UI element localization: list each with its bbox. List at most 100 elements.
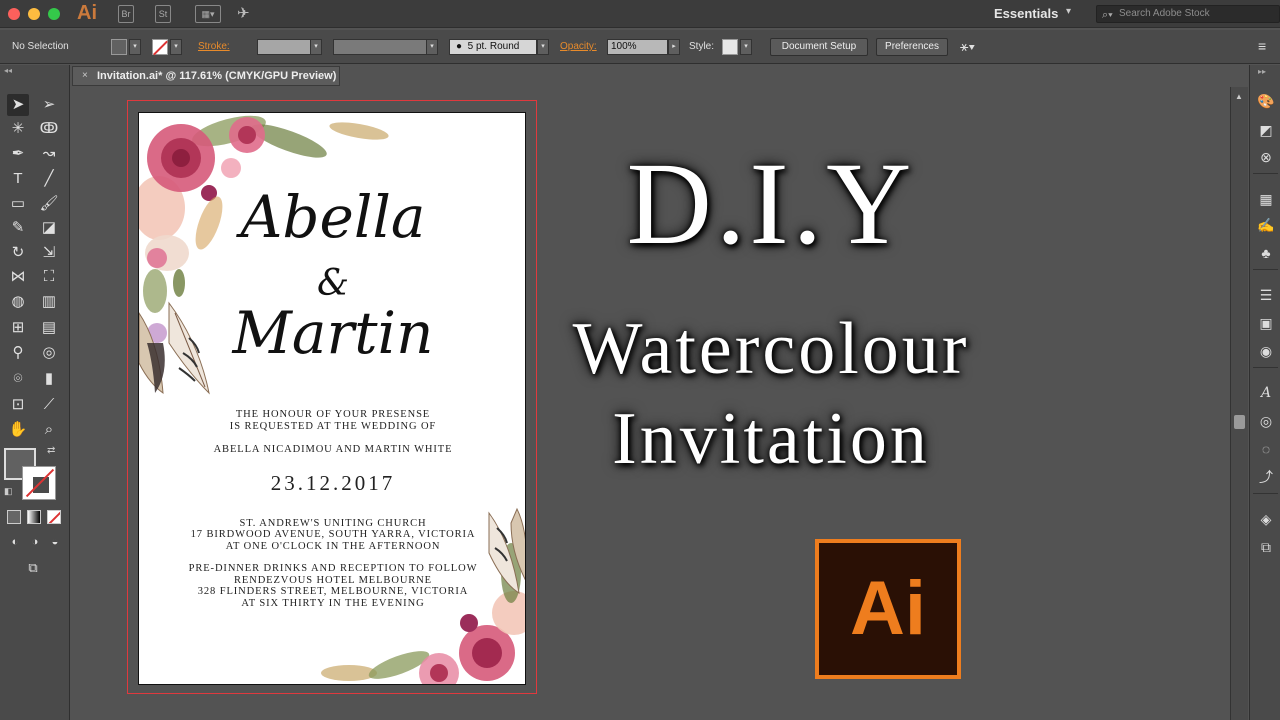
draw-inside-icon[interactable]: ◒ [44,531,66,553]
rectangle-tool-icon[interactable]: ▭ [7,193,29,215]
zoom-tool-icon[interactable]: ⌕ [38,419,60,441]
variable-width-dropdown[interactable]: ▾ [426,39,438,55]
column-graph-tool-icon[interactable]: ▮ [38,368,60,390]
close-window-button[interactable] [8,8,20,20]
headline-invitation: Invitation [612,398,930,480]
selection-tool-icon[interactable]: ➤ [7,94,29,116]
appearance-panel-icon[interactable]: ◎ [1256,411,1276,431]
width-tool-icon[interactable]: ⋈ [7,266,29,288]
bridge-button[interactable]: Br [118,5,134,23]
document-setup-button[interactable]: Document Setup [770,38,868,56]
reception-line-1: PRE-DINNER DRINKS AND RECEPTION TO FOLLO… [188,563,478,574]
brush-definition-field[interactable]: ● 5 pt. Round [449,39,537,55]
character-panel-icon[interactable]: A [1256,383,1276,403]
blend-tool-icon[interactable]: ◎ [38,342,60,364]
fill-swatch[interactable] [111,39,127,55]
workspace-switcher[interactable]: Essentials [994,6,1058,21]
gradient-tool-icon[interactable]: ▤ [38,317,60,339]
variable-width-profile[interactable] [333,39,427,55]
paintbrush-tool-icon[interactable]: 🖌 [38,193,60,215]
recolor-icon[interactable]: ⊗ [1256,147,1276,167]
color-mode-icon[interactable] [7,510,21,524]
venue-line-3: AT ONE O'CLOCK IN THE AFTERNOON [225,541,441,552]
color-panel-icon[interactable]: 🎨 [1256,91,1276,111]
mesh-tool-icon[interactable]: ⊞ [7,317,29,339]
graphic-style-dropdown[interactable]: ▾ [740,39,752,55]
artboards-panel-icon[interactable]: ⧉ [1256,537,1276,557]
expand-panels-icon[interactable]: ▸▸ [1258,67,1266,76]
brush-dropdown[interactable]: ▾ [537,39,549,55]
draw-normal-icon[interactable]: ◐ [4,531,26,553]
line-segment-tool-icon[interactable]: ╱ [38,168,60,190]
free-transform-tool-icon[interactable]: ⛶ [38,266,60,288]
zoom-window-button[interactable] [48,8,60,20]
chevron-down-icon[interactable]: ▾ [1066,6,1071,17]
app-bar: Ai Br St ▦▾ ✈ Essentials ▾ ⌕▾ Search Ado… [0,0,1280,28]
gpu-performance-icon[interactable]: ✈ [237,4,250,22]
magic-wand-tool-icon[interactable]: ✳ [7,118,29,140]
swatches-panel-icon[interactable]: ▦ [1256,189,1276,209]
perspective-grid-tool-icon[interactable]: ▥ [38,291,60,313]
canvas[interactable]: Abella & Martin THE HONOUR OF YOUR PRESE… [71,87,1230,720]
hand-tool-icon[interactable]: ✋ [7,419,29,441]
rotate-tool-icon[interactable]: ↻ [7,242,29,264]
stroke-weight-field[interactable] [257,39,311,55]
asset-export-icon[interactable]: ⤴ [1256,467,1276,487]
collapse-panel-icon[interactable]: ◂◂ [4,66,12,75]
opacity-arrow[interactable]: ▸ [668,39,680,55]
symbol-sprayer-tool-icon[interactable]: ⌾ [7,368,29,390]
stroke-label[interactable]: Stroke: [198,41,230,52]
stroke-panel-icon[interactable]: ☰ [1256,285,1276,305]
gradient-panel-icon[interactable]: ▣ [1256,313,1276,333]
dock-divider [1253,173,1278,174]
lasso-tool-icon[interactable]: ↂ [38,118,60,140]
none-mode-icon[interactable] [47,510,61,524]
stroke-swatch[interactable] [152,39,168,55]
draw-behind-icon[interactable]: ◑ [24,531,46,553]
graphic-styles-icon[interactable]: ◌ [1256,439,1276,459]
preferences-button[interactable]: Preferences [876,38,948,56]
stroke-dropdown[interactable]: ▾ [170,39,182,55]
fill-dropdown[interactable]: ▾ [129,39,141,55]
layers-panel-icon[interactable]: ◈ [1256,509,1276,529]
graphic-style-swatch[interactable] [722,39,738,55]
symbols-panel-icon[interactable]: ♣ [1256,243,1276,263]
color-guide-icon[interactable]: ◩ [1256,120,1276,140]
headline-diy: D.I.Y [626,138,916,269]
shape-builder-tool-icon[interactable]: ◍ [7,291,29,313]
brushes-panel-icon[interactable]: ✍ [1256,215,1276,235]
close-icon[interactable]: × [82,67,88,85]
stock-button[interactable]: St [155,5,171,23]
panel-menu-icon[interactable]: ≡ [1258,38,1266,54]
tab-document[interactable]: × Invitation.ai* @ 117.61% (CMYK/GPU Pre… [72,66,340,86]
artboard-tool-icon[interactable]: ⊡ [7,394,29,416]
curvature-tool-icon[interactable]: ↝ [38,143,60,165]
stock-search-input[interactable]: ⌕▾ Search Adobe Stock [1096,5,1280,23]
transparency-panel-icon[interactable]: ◉ [1256,341,1276,361]
direct-selection-tool-icon[interactable]: ➢ [38,94,60,116]
pen-tool-icon[interactable]: ✒ [7,143,29,165]
minimize-window-button[interactable] [28,8,40,20]
app-logo: Ai [77,2,97,24]
opacity-label[interactable]: Opacity: [560,41,597,52]
shaper-tool-icon[interactable]: ✎ [7,217,29,239]
align-options-icon[interactable]: ⚹▾ [960,38,975,55]
type-tool-icon[interactable]: T [7,168,29,190]
scale-tool-icon[interactable]: ⇲ [38,242,60,264]
reception-line-2: RENDEZVOUS HOTEL MELBOURNE [234,575,432,586]
scroll-up-icon[interactable]: ▲ [1235,92,1243,101]
swap-fill-stroke-icon[interactable]: ⇄ [47,445,55,456]
arrange-documents-icon[interactable]: ▦▾ [195,5,221,23]
stroke-color-box[interactable] [22,466,56,500]
slice-tool-icon[interactable]: ⟋ [38,394,60,416]
scrollbar-thumb[interactable] [1234,415,1245,429]
opacity-field[interactable]: 100% [607,39,668,55]
default-fill-stroke-icon[interactable]: ◧ [4,486,13,497]
screen-mode-icon[interactable]: ⧉ [22,557,44,579]
stroke-weight-dropdown[interactable]: ▾ [310,39,322,55]
eyedropper-tool-icon[interactable]: ⚲ [7,342,29,364]
vertical-scrollbar[interactable]: ▲ [1230,87,1248,720]
eraser-tool-icon[interactable]: ◪ [38,217,60,239]
gradient-mode-icon[interactable] [27,510,41,524]
reception-line-4: AT SIX THIRTY IN THE EVENING [241,598,425,609]
